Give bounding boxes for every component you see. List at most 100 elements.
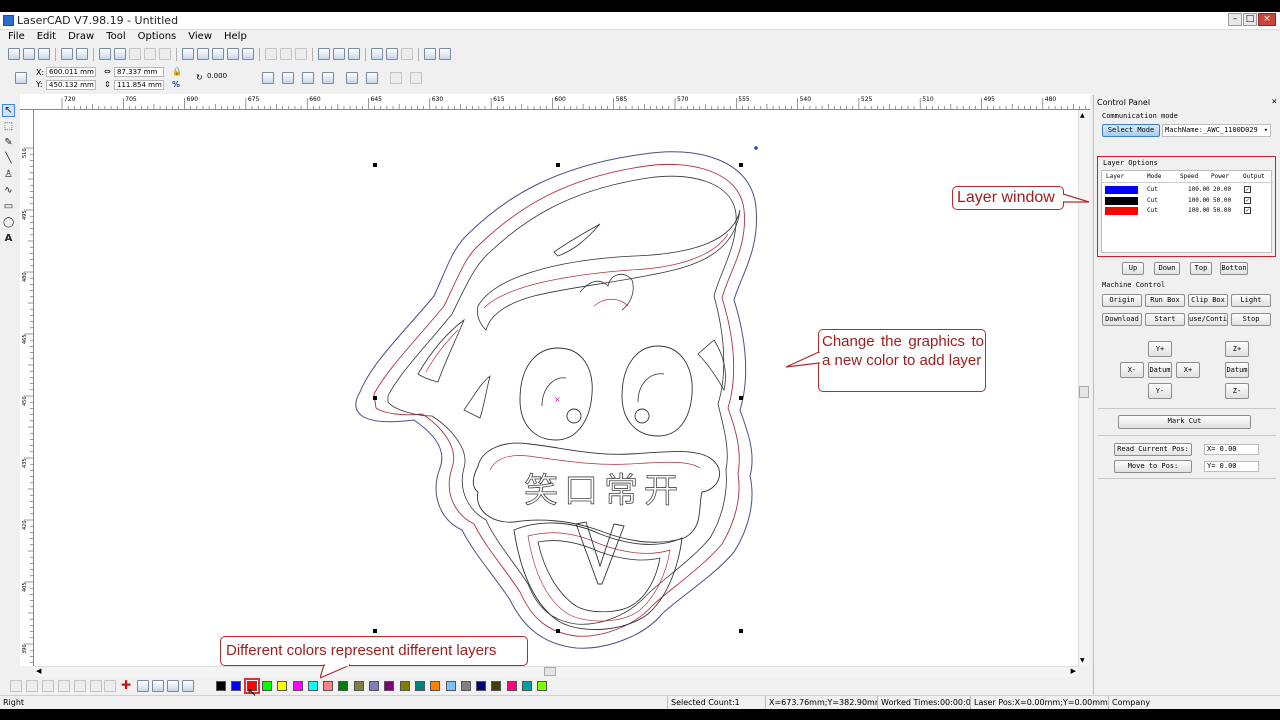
crosshair-icon[interactable]: ✚ <box>121 678 131 692</box>
color-swatch[interactable] <box>399 681 410 691</box>
color-swatch[interactable] <box>353 681 364 691</box>
lock-icon[interactable]: 🔒 <box>172 67 182 76</box>
redo-icon[interactable] <box>159 48 171 60</box>
layer-output-checkbox[interactable]: ✓ <box>1244 207 1251 214</box>
color-swatch[interactable] <box>307 681 318 691</box>
minimize-icon[interactable]: – <box>1228 13 1242 26</box>
canvas-text[interactable]: 笑口常开 <box>524 471 684 512</box>
align-left-icon[interactable] <box>366 72 378 84</box>
datum-button[interactable]: Datum <box>1148 362 1172 378</box>
data-check-icon[interactable] <box>318 48 330 60</box>
start-button[interactable]: Start <box>1145 313 1185 326</box>
color-swatch[interactable] <box>277 681 288 691</box>
save-icon[interactable] <box>38 48 50 60</box>
percent-toggle[interactable]: % <box>172 80 180 89</box>
mirror-h-icon[interactable] <box>262 72 274 84</box>
line-tool-icon[interactable]: ╲ <box>2 152 15 165</box>
color-swatch[interactable] <box>369 681 379 691</box>
align-top-icon[interactable] <box>10 680 22 692</box>
zoom-in-icon[interactable] <box>197 48 209 60</box>
horizontal-scrollbar[interactable]: ◀ ▶ <box>34 666 1078 677</box>
path-optimize-icon[interactable] <box>371 48 383 60</box>
x-plus-button[interactable]: X+ <box>1176 362 1200 378</box>
color-swatch[interactable] <box>476 681 487 691</box>
color-swatch[interactable] <box>460 681 471 691</box>
menu-draw[interactable]: Draw <box>68 30 94 44</box>
layer-down-button[interactable]: Down <box>1154 262 1180 275</box>
clip-box-button[interactable]: Clip Box <box>1188 294 1228 307</box>
layer-row[interactable]: Cut 100.00 50.00 ✓ <box>1102 196 1273 206</box>
close-icon[interactable]: × <box>1258 13 1276 26</box>
offset-icon[interactable] <box>386 48 398 60</box>
read-pos-button[interactable]: Read Current Pos: <box>1114 443 1192 456</box>
menu-edit[interactable]: Edit <box>37 30 56 44</box>
maximize-icon[interactable]: □ <box>1243 13 1257 26</box>
rectangle-tool-icon[interactable]: ▭ <box>2 200 15 213</box>
zoom-fit-icon[interactable] <box>227 48 239 60</box>
same-width-icon[interactable] <box>74 680 86 692</box>
layer-color-swatch[interactable] <box>1105 196 1138 205</box>
menu-file[interactable]: File <box>8 30 25 44</box>
open-file-icon[interactable] <box>23 48 35 60</box>
layer-color-swatch[interactable] <box>1105 186 1138 194</box>
z-plus-button[interactable]: Z+ <box>1225 341 1249 357</box>
same-size-icon[interactable] <box>104 680 116 692</box>
angle-input[interactable]: 0.000 <box>205 72 249 82</box>
color-swatch[interactable] <box>292 681 303 691</box>
align-center-icon[interactable] <box>346 72 358 84</box>
cut-icon[interactable] <box>99 48 111 60</box>
pen-tool-icon[interactable]: ♙ <box>2 168 15 181</box>
arrange-icon[interactable] <box>137 680 149 692</box>
run-box-button[interactable]: Run Box <box>1145 294 1185 307</box>
new-file-icon[interactable] <box>8 48 20 60</box>
move-pos-button[interactable]: Move to Pos: <box>1114 460 1192 473</box>
color-swatch[interactable] <box>216 681 226 691</box>
z-minus-button[interactable]: Z- <box>1225 383 1249 399</box>
pause-continue-button[interactable]: use/Contin <box>1188 313 1228 326</box>
layer-output-checkbox[interactable]: ✓ <box>1244 186 1251 193</box>
layer-bottom-button[interactable]: Botton <box>1220 262 1248 275</box>
x-minus-button[interactable]: X- <box>1120 362 1144 378</box>
close-curve-icon[interactable] <box>295 48 307 60</box>
light-button[interactable]: Light <box>1231 294 1271 307</box>
select-tool-icon[interactable]: ↖ <box>2 104 15 117</box>
undo-icon[interactable] <box>144 48 156 60</box>
monitor-icon[interactable] <box>439 48 451 60</box>
y-plus-button[interactable]: Y+ <box>1148 341 1172 357</box>
machine-select[interactable]: MachName:_AWC_1100D029 ▾ <box>1162 124 1271 137</box>
color-swatch[interactable] <box>323 681 334 691</box>
zoom-page-icon[interactable] <box>242 48 254 60</box>
simulate-icon[interactable] <box>401 48 413 60</box>
pan-icon[interactable] <box>182 48 194 60</box>
align-icon[interactable] <box>302 72 314 84</box>
color-swatch[interactable] <box>506 681 517 691</box>
text-tool-icon[interactable]: A <box>2 232 15 245</box>
array-icon[interactable] <box>333 48 345 60</box>
align-bottom-icon[interactable] <box>26 680 38 692</box>
color-swatch[interactable] <box>414 681 425 691</box>
menu-tool[interactable]: Tool <box>106 30 125 44</box>
color-swatch[interactable] <box>537 681 548 691</box>
edit-tool-icon[interactable]: ✎ <box>2 136 15 149</box>
stop-button[interactable]: Stop <box>1231 313 1271 326</box>
layer-color-swatch[interactable] <box>1105 207 1138 215</box>
panel-close-icon[interactable]: × <box>1272 97 1277 107</box>
download-button[interactable]: Download <box>1102 313 1142 326</box>
mark-cut-button[interactable]: Mark Cut <box>1118 415 1251 429</box>
tools-icon[interactable] <box>348 48 360 60</box>
origin-button[interactable]: Origin <box>1102 294 1142 307</box>
layer-up-button[interactable]: Up <box>1122 262 1144 275</box>
paste-icon[interactable] <box>129 48 141 60</box>
y-minus-button[interactable]: Y- <box>1148 383 1172 399</box>
arrange-down-icon[interactable] <box>167 680 179 692</box>
menu-view[interactable]: View <box>188 30 212 44</box>
select-mode-button[interactable]: Select Mode <box>1102 124 1160 137</box>
device-icon[interactable] <box>424 48 436 60</box>
move-y-field[interactable]: Y= 0.00 <box>1204 461 1259 472</box>
export-icon[interactable] <box>76 48 88 60</box>
color-swatch[interactable] <box>445 681 456 691</box>
z-datum-button[interactable]: Datum <box>1225 362 1249 378</box>
color-swatch[interactable] <box>430 681 441 691</box>
layer-top-button[interactable]: Top <box>1190 262 1212 275</box>
import-icon[interactable] <box>61 48 73 60</box>
